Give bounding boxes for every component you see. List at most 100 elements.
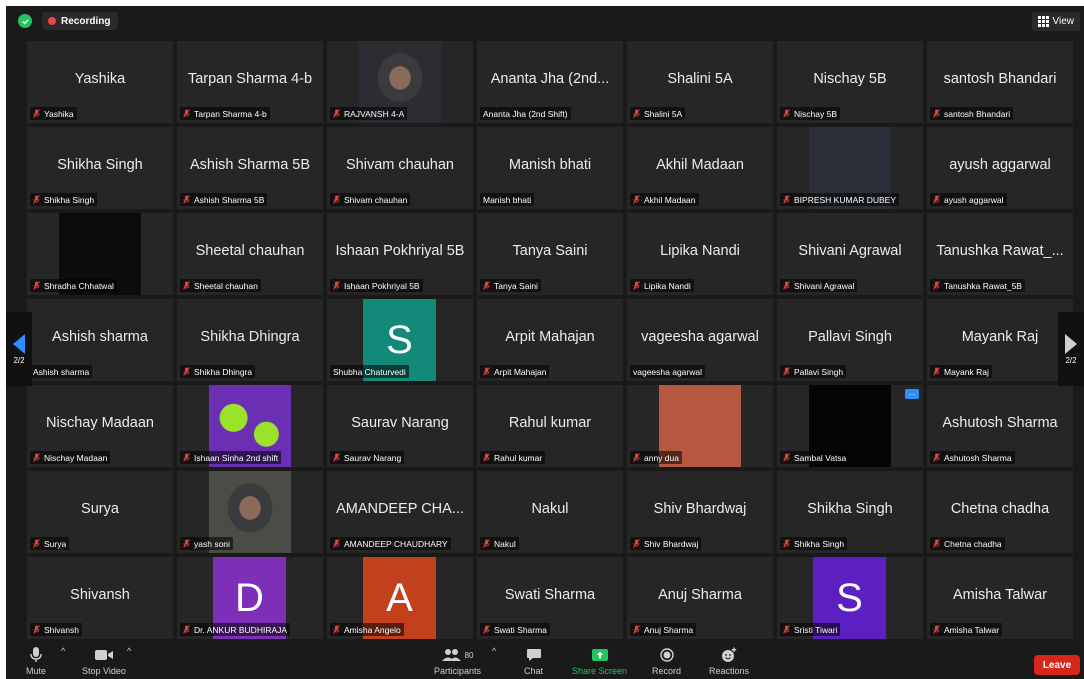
participant-tile[interactable]: Sheetal chauhan Sheetal chauhan xyxy=(177,213,323,295)
mic-muted-icon xyxy=(183,453,190,462)
participant-tile[interactable]: Ashish Sharma 5B Ashish Sharma 5B xyxy=(177,127,323,209)
recording-indicator[interactable]: Recording xyxy=(42,12,119,30)
participant-tile[interactable]: Shikha Dhingra Shikha Dhingra xyxy=(177,299,323,381)
participant-display-name: Nischay Madaan xyxy=(46,415,154,431)
participant-tile[interactable]: Ishaan Sinha 2nd shift xyxy=(177,385,323,467)
participant-tile[interactable]: Tanushka Rawat_... Tanushka Rawat_5B xyxy=(927,213,1073,295)
participant-tile[interactable]: santosh Bhandari santosh Bhandari xyxy=(927,41,1073,123)
participant-tile[interactable]: Shikha Singh Shikha Singh xyxy=(777,471,923,553)
mic-muted-icon xyxy=(633,453,640,462)
participants-button[interactable]: 80 Participants xyxy=(434,646,481,676)
meeting-toolbar: Mute ^ Stop Video ^ 80 Participants ^ Ch… xyxy=(6,644,1084,679)
previous-page-button[interactable]: 2/2 xyxy=(6,312,32,386)
more-options-icon[interactable]: … xyxy=(905,389,919,399)
chat-button[interactable]: Chat xyxy=(524,646,543,676)
participant-tile[interactable]: Shivam chauhan Shivam chauhan xyxy=(327,127,473,209)
participant-name-label: Chetna chadha xyxy=(930,537,1005,550)
participant-tile[interactable]: S Sristi Tiwari xyxy=(777,557,923,639)
participant-tile[interactable]: AMANDEEP CHA... AMANDEEP CHAUDHARY xyxy=(327,471,473,553)
participant-display-name: Chetna chadha xyxy=(950,501,1050,517)
view-button[interactable]: View xyxy=(1031,12,1080,31)
participant-tile[interactable]: Shalini 5A Shalini 5A xyxy=(627,41,773,123)
participant-tile[interactable]: Shiv Bhardwaj Shiv Bhardwaj xyxy=(627,471,773,553)
participant-name-text: anny dua xyxy=(644,452,679,463)
participant-tile[interactable]: A Amisha Angelo xyxy=(327,557,473,639)
participant-name-text: Shikha Dhingra xyxy=(194,366,253,377)
gallery-view: Yashika Yashika Tarpan Sharma 4-b Tarpan Sh… xyxy=(27,41,1084,639)
shield-check-icon[interactable] xyxy=(18,14,32,28)
participant-tile[interactable]: … Sambal Vatsa xyxy=(777,385,923,467)
participant-tile[interactable]: Nischay 5B Nischay 5B xyxy=(777,41,923,123)
participant-name-text: Ishaan Pokhriyal 5B xyxy=(344,280,420,291)
next-page-button[interactable]: 2/2 xyxy=(1058,312,1084,386)
mic-muted-icon xyxy=(933,453,940,462)
participant-tile[interactable]: Manish bhati Manish bhati xyxy=(477,127,623,209)
video-camera-icon xyxy=(94,646,114,664)
participant-tile[interactable]: vageesha agarwal vageesha agarwal xyxy=(627,299,773,381)
participant-display-name: Shivansh xyxy=(70,587,130,603)
participant-tile[interactable]: Mayank Raj Mayank Raj xyxy=(927,299,1073,381)
participant-tile[interactable]: Surya Surya xyxy=(27,471,173,553)
participant-tile[interactable]: BIPRESH KUMAR DUBEY xyxy=(777,127,923,209)
participant-tile[interactable]: Ananta Jha (2nd... Ananta Jha (2nd Shift) xyxy=(477,41,623,123)
participant-tile[interactable]: Ishaan Pokhriyal 5B Ishaan Pokhriyal 5B xyxy=(327,213,473,295)
participant-tile[interactable]: Ashutosh Sharma Ashutosh Sharma xyxy=(927,385,1073,467)
participant-name-label: BIPRESH KUMAR DUBEY xyxy=(780,193,900,206)
participant-tile[interactable]: Shivansh Shivansh xyxy=(27,557,173,639)
participant-tile[interactable]: Ashish sharma Ashish sharma xyxy=(27,299,173,381)
participant-tile[interactable]: yash soni xyxy=(177,471,323,553)
mic-muted-icon xyxy=(633,281,640,290)
participant-tile[interactable]: Rahul kumar Rahul kumar xyxy=(477,385,623,467)
participant-tile[interactable]: Tanya Saini Tanya Saini xyxy=(477,213,623,295)
participant-name-label: Pallavi Singh xyxy=(780,365,847,378)
mute-button[interactable]: Mute xyxy=(26,646,46,676)
participant-tile[interactable]: Pallavi Singh Pallavi Singh xyxy=(777,299,923,381)
participant-tile[interactable]: Akhil Madaan Akhil Madaan xyxy=(627,127,773,209)
stop-video-button[interactable]: Stop Video xyxy=(82,646,126,676)
participant-name-label: RAJVANSH 4-A xyxy=(330,107,408,120)
participant-name-label: Shikha Singh xyxy=(30,193,98,206)
participant-tile[interactable]: D Dr. ANKUR BUDHIRAJA xyxy=(177,557,323,639)
mic-muted-icon xyxy=(33,281,40,290)
participant-name-text: Rahul kumar xyxy=(494,452,543,463)
participant-tile[interactable]: Chetna chadha Chetna chadha xyxy=(927,471,1073,553)
participant-tile[interactable]: Swati Sharma Swati Sharma xyxy=(477,557,623,639)
participant-name-text: BIPRESH KUMAR DUBEY xyxy=(794,194,897,205)
reactions-button[interactable]: Reactions xyxy=(709,646,749,676)
participant-tile[interactable]: Shikha Singh Shikha Singh xyxy=(27,127,173,209)
leave-button[interactable]: Leave xyxy=(1034,655,1080,675)
record-button[interactable]: Record xyxy=(652,646,681,676)
participant-tile[interactable]: Anuj Sharma Anuj Sharma xyxy=(627,557,773,639)
participant-tile[interactable]: Shivani Agrawal Shivani Agrawal xyxy=(777,213,923,295)
participant-tile[interactable]: Saurav Narang Saurav Narang xyxy=(327,385,473,467)
participant-tile[interactable]: RAJVANSH 4-A xyxy=(327,41,473,123)
mic-muted-icon xyxy=(333,539,340,548)
participant-tile[interactable]: ayush aggarwal ayush aggarwal xyxy=(927,127,1073,209)
participants-options-chevron-icon[interactable]: ^ xyxy=(492,646,496,656)
share-screen-icon xyxy=(591,646,609,664)
participant-tile[interactable]: Amisha Talwar Amisha Talwar xyxy=(927,557,1073,639)
video-options-chevron-icon[interactable]: ^ xyxy=(127,646,131,656)
participant-tile[interactable]: anny dua xyxy=(627,385,773,467)
mute-options-chevron-icon[interactable]: ^ xyxy=(61,646,65,656)
participant-tile[interactable]: Tarpan Sharma 4-b Tarpan Sharma 4-b xyxy=(177,41,323,123)
participant-tile[interactable]: Arpit Mahajan Arpit Mahajan xyxy=(477,299,623,381)
participant-name-text: santosh Bhandari xyxy=(944,108,1011,119)
participant-tile[interactable]: S Shubha Chaturvedi xyxy=(327,299,473,381)
participant-tile[interactable]: Nakul Nakul xyxy=(477,471,623,553)
participant-tile[interactable]: Yashika Yashika xyxy=(27,41,173,123)
participant-display-name: Rahul kumar xyxy=(508,415,592,431)
participant-tile[interactable]: Lipika Nandi Lipika Nandi xyxy=(627,213,773,295)
top-bar: Recording View xyxy=(6,6,1084,36)
share-screen-button[interactable]: Share Screen xyxy=(572,646,627,676)
participant-tile[interactable]: Nischay Madaan Nischay Madaan xyxy=(27,385,173,467)
participant-display-name: Sheetal chauhan xyxy=(195,243,305,259)
participant-tile[interactable]: Shradha Chhatwal xyxy=(27,213,173,295)
participant-display-name: Swati Sharma xyxy=(504,587,596,603)
participant-name-label: Yashika xyxy=(30,107,77,120)
participant-name-text: Chetna chadha xyxy=(944,538,1002,549)
participant-name-text: Shivani Agrawal xyxy=(794,280,855,291)
participant-name-label: Ishaan Pokhriyal 5B xyxy=(330,279,423,292)
mic-muted-icon xyxy=(333,625,340,634)
participant-name-label: Rahul kumar xyxy=(480,451,546,464)
